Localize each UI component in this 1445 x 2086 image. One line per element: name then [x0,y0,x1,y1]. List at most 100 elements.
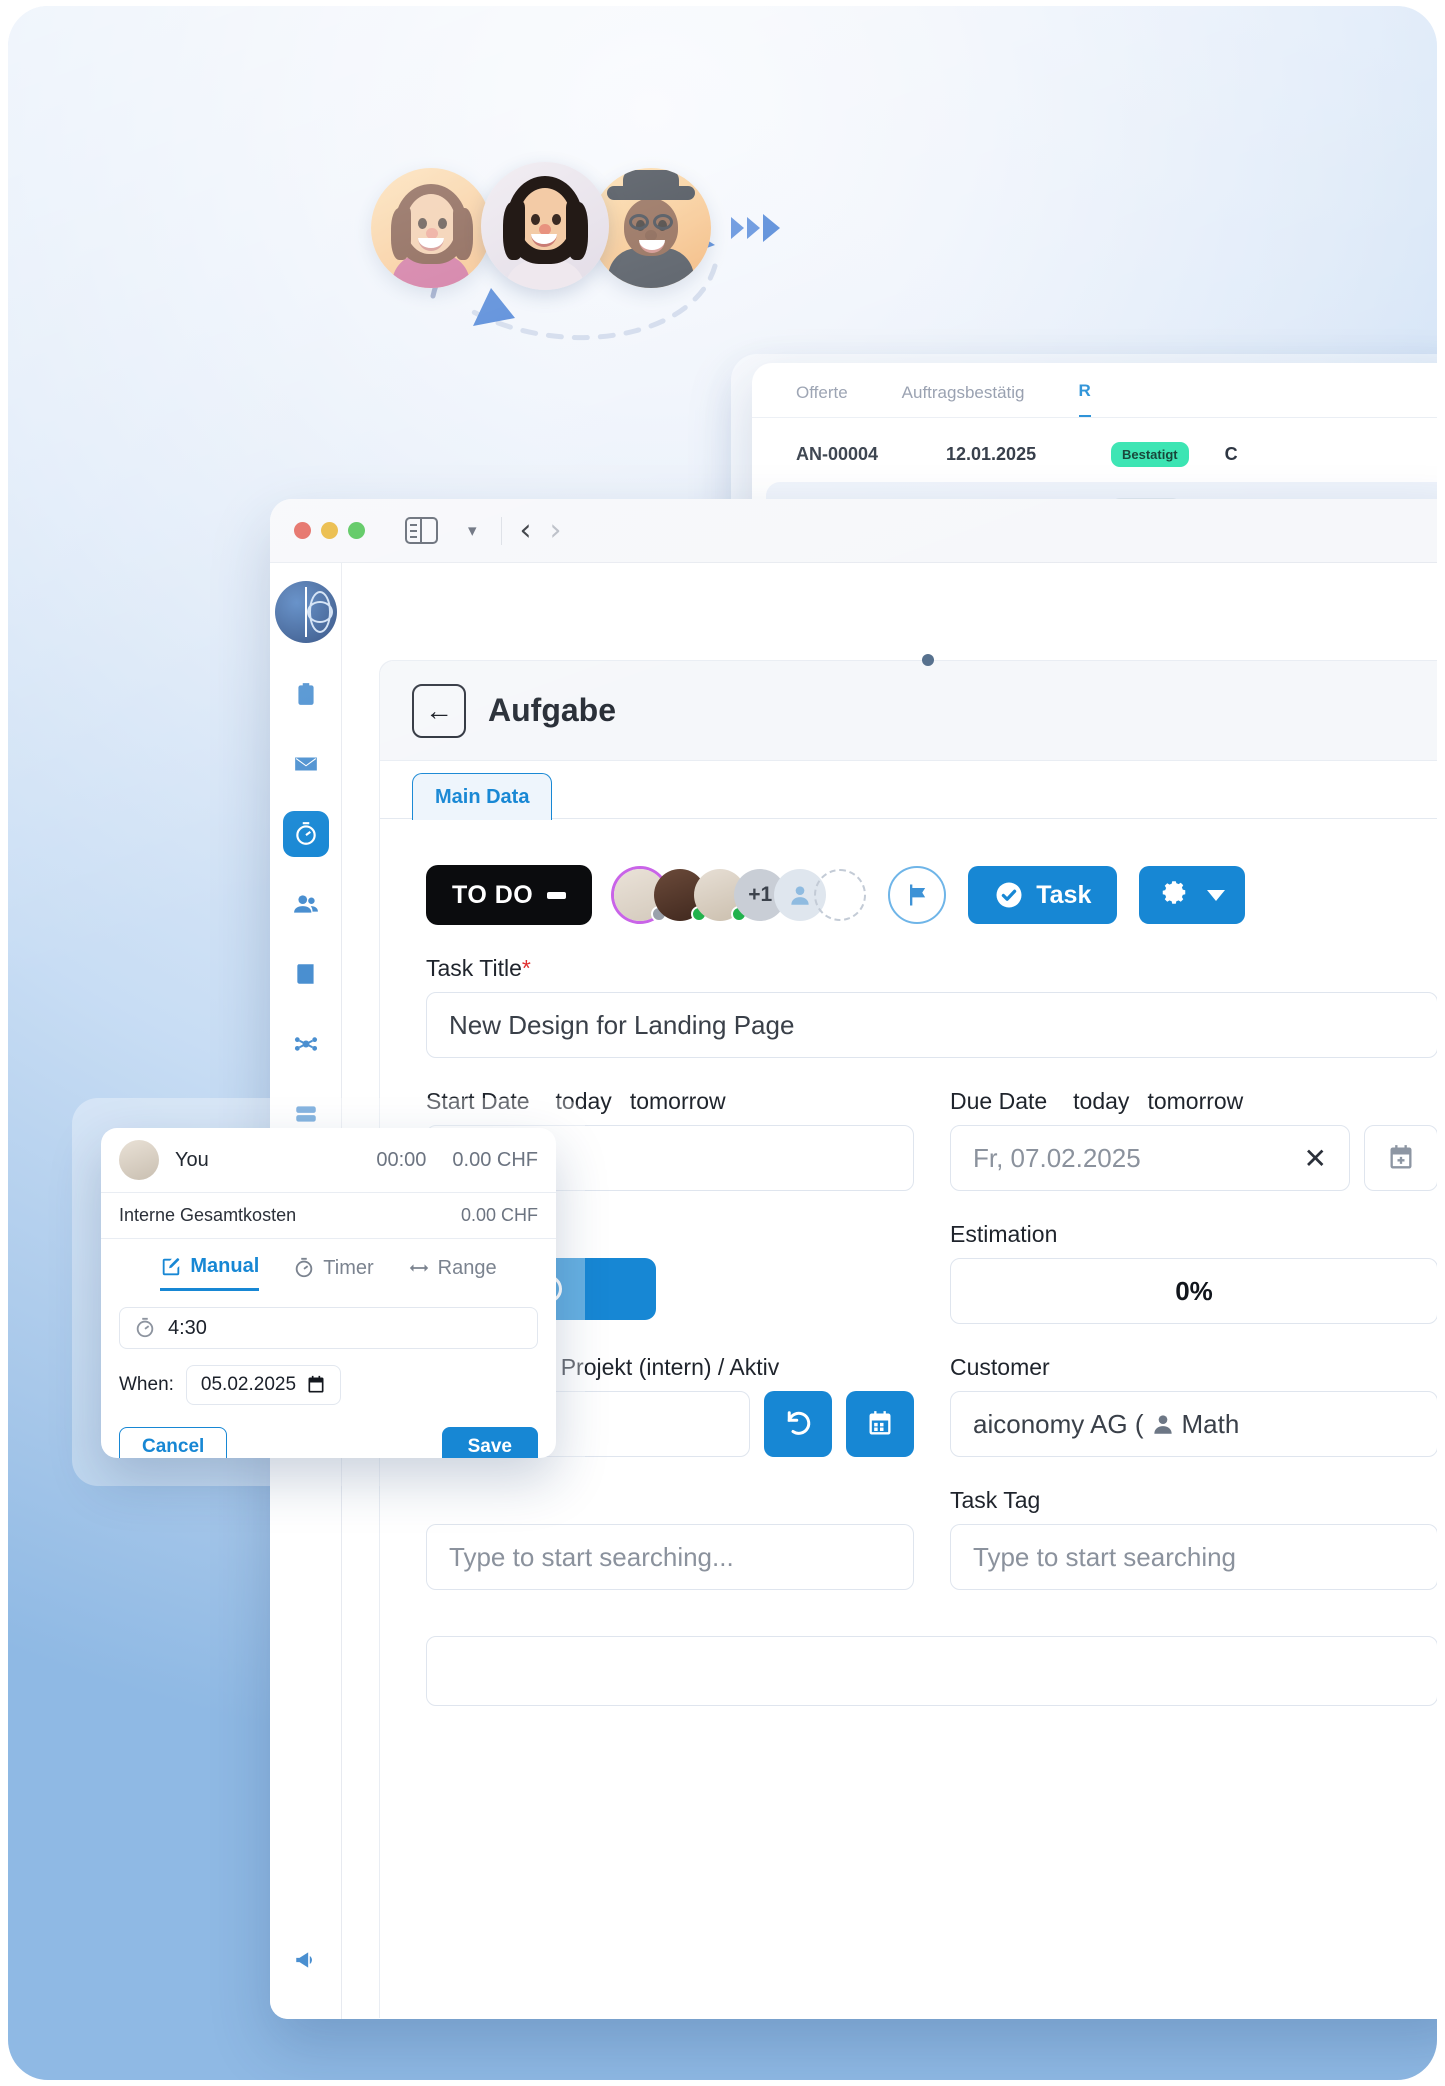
task-title-label-text: Task Title [426,955,522,981]
orders-table-row[interactable]: AN-00004 12.01.2025 Bestatigt C [766,426,1437,482]
orders-tab-rechnung[interactable]: R [1078,381,1091,418]
task-status-button[interactable]: TO DO [426,865,593,925]
brain-globe-logo [274,581,337,643]
when-row: When: 05.02.2025 [119,1365,556,1405]
task-tabstrip: Main Data [380,761,1437,820]
sidebar-item-time-tracking[interactable] [282,811,329,857]
internal-costs-label: Interne Gesamtkosten [119,1205,297,1225]
task-tag-input[interactable]: Type to start searching [950,1524,1437,1590]
tab-main-data[interactable]: Main Data [412,773,553,820]
avatar [119,1140,159,1180]
order-date: 12.01.2025 [946,443,1037,464]
editor-toolbar[interactable] [426,1636,1437,1706]
tab-timer-label: Timer [323,1256,374,1279]
task-tag-group: Task Tag Type to start searching [950,1457,1437,1590]
duration-input[interactable]: 4:30 [119,1307,538,1349]
time-entry-subtotal-row: Interne Gesamtkosten 0.00 CHF [101,1193,556,1239]
chevron-down-icon[interactable]: ▾ [468,521,477,541]
people-icon [293,895,318,913]
orders-tab-offerte[interactable]: Offerte [796,383,848,417]
sidebar-item-workflow[interactable] [283,1021,329,1067]
task-title-input[interactable]: New Design for Landing Page [426,992,1437,1058]
sidebar-item-mail[interactable] [283,741,329,787]
tab-range[interactable]: Range [408,1255,497,1291]
orders-tab-auftragsbestaetigung[interactable]: Auftragsbestätig [902,383,1025,417]
envelope-icon [294,757,317,771]
chrome-divider [500,516,502,545]
calendar-icon [869,1411,891,1435]
time-entry-footer: Cancel Save [119,1427,538,1458]
page-title: Aufgabe [488,692,616,728]
clipboard-icon [297,683,314,705]
timer-icon [136,1317,154,1338]
sidebar-item-knowledge[interactable] [283,951,329,997]
due-date-input[interactable]: Fr, 07.02.2025 ✕ [950,1125,1350,1191]
avatar-illustration-3 [591,168,711,288]
sidebar-item-announcements[interactable] [283,1937,329,1983]
due-date-label: Due Date [950,1088,1048,1114]
customer-label: Customer [950,1354,1050,1380]
task-type-button[interactable]: Task [968,866,1118,924]
customer-input[interactable]: aiconomy AG ( Math [950,1391,1437,1457]
customer-value: aiconomy AG ( [973,1408,1144,1439]
hero-background: Offerte Auftragsbestätig R AN-00004 12.0… [8,6,1437,2080]
task-tag-label: Task Tag [950,1487,1041,1513]
orders-tabs-divider [752,417,1437,418]
cancel-button[interactable]: Cancel [119,1427,228,1458]
due-date-value: Fr, 07.02.2025 [973,1142,1141,1173]
customer-group: Customer aiconomy AG ( Math [950,1324,1437,1457]
due-date-tomorrow-shortcut[interactable]: tomorrow [1147,1088,1243,1115]
due-date-group: Due Date today tomorrow Fr, 07.02.2025 ✕ [950,1058,1437,1191]
tab-manual-label: Manual [190,1255,260,1277]
add-person-button[interactable] [814,869,867,921]
minimize-window-button[interactable] [321,522,338,539]
sidebar-item-contacts[interactable] [283,881,329,927]
pencil-square-icon [163,1257,180,1275]
when-label: When: [119,1374,174,1395]
task-detail-header: ← Aufgabe [380,661,1437,761]
close-icon[interactable]: ✕ [1304,1142,1327,1175]
timer-icon [296,1257,313,1278]
start-date-tomorrow-shortcut[interactable]: tomorrow [630,1088,726,1115]
avatar-illustration-2 [481,162,609,290]
duration-value: 4:30 [168,1316,207,1339]
flag-button[interactable] [888,866,947,924]
zoom-window-button[interactable] [348,522,365,539]
arrow-left-icon[interactable]: ← [412,683,466,738]
calendar-icon [308,1375,324,1393]
order-amount: C [1224,443,1238,464]
person-icon [1153,1415,1172,1434]
network-icon [294,1037,317,1051]
estimation-input[interactable]: 0% [950,1258,1437,1324]
sidebar-toggle-icon[interactable] [405,517,438,544]
save-button[interactable]: Save [441,1427,538,1458]
close-window-button[interactable] [294,522,311,539]
estimation-group: Estimation 0% [950,1191,1437,1324]
tab-timer[interactable]: Timer [293,1255,374,1291]
book-icon [296,964,314,984]
sidebar-item-tasks[interactable] [283,671,329,717]
project-reset-button[interactable] [764,1391,832,1457]
assignee-stack[interactable]: +1 [614,869,867,922]
project-calendar-button[interactable] [846,1391,914,1457]
due-date-calendar-button[interactable] [1364,1125,1437,1191]
estimation-label: Estimation [950,1221,1058,1247]
when-date-value: 05.02.2025 [200,1374,297,1395]
status-badge: Bestatigt [1111,441,1189,467]
when-date-input[interactable]: 05.02.2025 [185,1365,342,1405]
task-toolbar: TO DO +1 Task [426,865,1437,925]
forward-button[interactable]: › [550,515,562,546]
tab-range-label: Range [437,1256,497,1279]
task-type-label: Task [1036,880,1092,909]
search-input[interactable]: Type to start searching... [426,1524,914,1590]
back-button[interactable]: ‹ [520,515,532,546]
due-date-today-shortcut[interactable]: today [1073,1088,1129,1115]
task-title-label: Task Title* [426,955,1437,982]
time-entry-amount: 0.00 CHF [452,1148,538,1171]
time-entry-duration: 00:00 [376,1148,427,1171]
time-entry-mode-tabs: Manual Timer Range [101,1239,556,1291]
flag-icon [910,884,926,906]
settings-button[interactable] [1139,866,1246,924]
person-icon [791,886,809,905]
tab-manual[interactable]: Manual [160,1255,260,1291]
